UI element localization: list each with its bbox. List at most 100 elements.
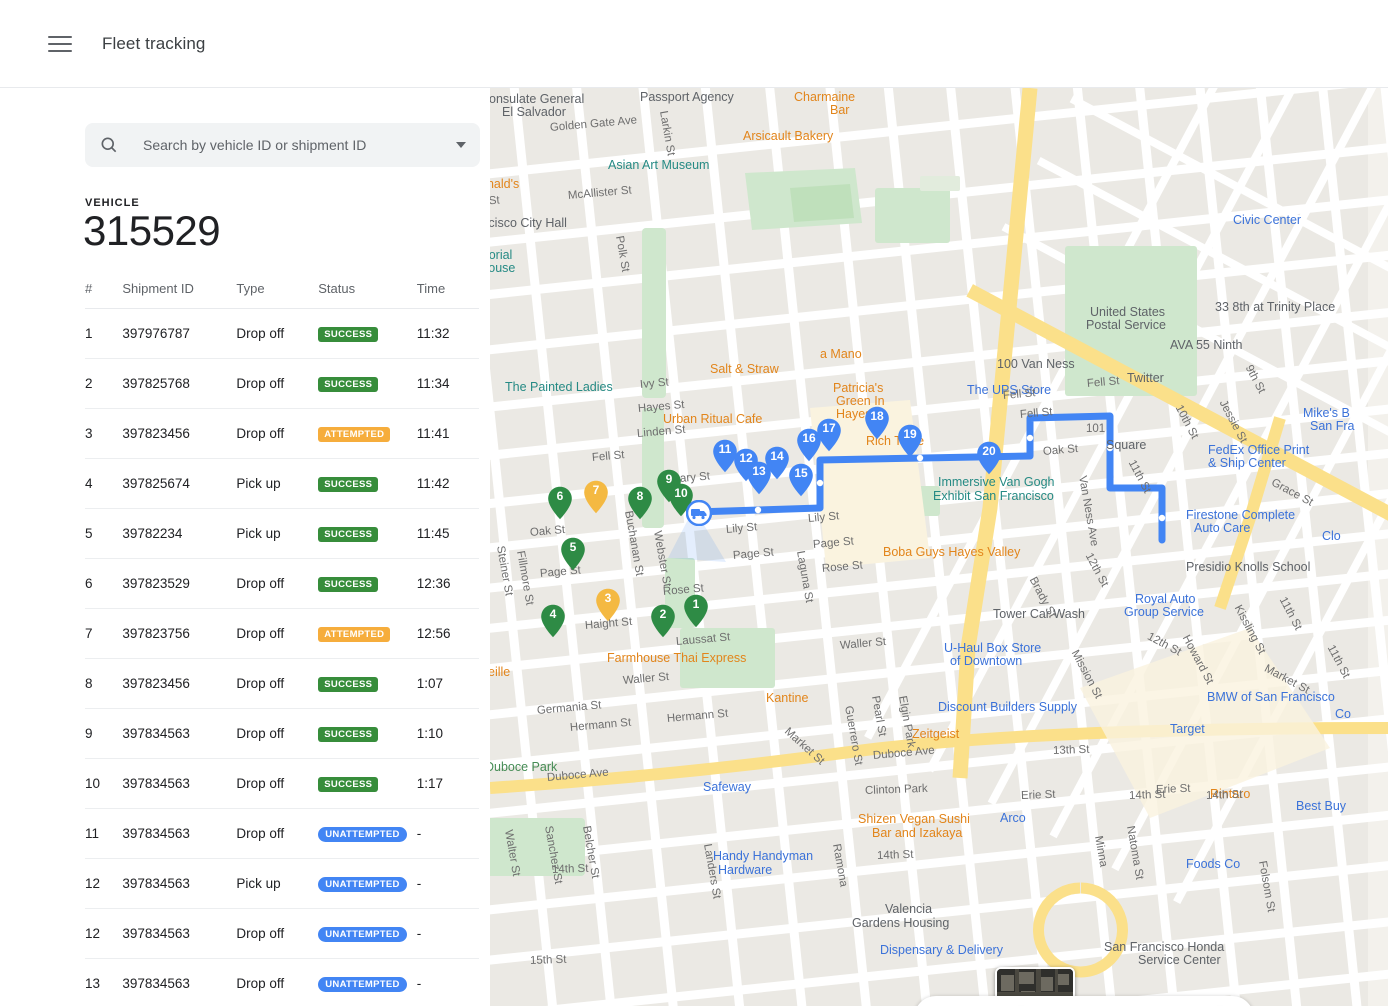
map-label: Shizen Vegan Sushi — [858, 812, 970, 826]
cell-status: UNATTEMPTED — [318, 859, 417, 909]
map-label: Immersive Van Gogh — [938, 475, 1054, 489]
map-stop-marker[interactable]: 17 — [816, 418, 842, 452]
map-label: Consulate General — [490, 92, 584, 106]
map-label: 14th St — [552, 863, 589, 876]
map-stop-marker[interactable]: 6 — [547, 486, 573, 520]
table-row[interactable]: 1397976787Drop offSUCCESS11:32 — [85, 309, 479, 359]
table-row[interactable]: 6397823529Drop offSUCCESS12:36 — [85, 559, 479, 609]
map-label: onald's — [490, 177, 519, 191]
map-label: of Downtown — [950, 654, 1022, 668]
cell-time: 11:34 — [417, 359, 479, 409]
map-label: Best Buy — [1296, 799, 1346, 813]
vehicle-truck-marker[interactable] — [686, 500, 712, 526]
hamburger-menu-icon[interactable] — [48, 32, 72, 56]
map-label: Foods Co — [1186, 857, 1240, 871]
cell-time: 1:17 — [417, 759, 479, 809]
cell-time: 1:10 — [417, 709, 479, 759]
table-row[interactable]: 12397834563Pick upUNATTEMPTED- — [85, 859, 479, 909]
map-label: BMW of San Francisco — [1207, 690, 1335, 704]
table-body: 1397976787Drop offSUCCESS11:322397825768… — [85, 309, 479, 1006]
cell-type: Pick up — [236, 509, 318, 559]
table-row[interactable]: 9397834563Drop offSUCCESS1:10 — [85, 709, 479, 759]
table-row[interactable]: 11397834563Drop offUNATTEMPTED- — [85, 809, 479, 859]
map-label: AVA 55 Ninth — [1170, 338, 1243, 352]
search-input[interactable] — [141, 136, 448, 154]
map-view[interactable]: Eddy StTurk StTurk StJeffersonSquare Par… — [490, 88, 1388, 1006]
cell-time: 12:56 — [417, 609, 479, 659]
cell-type: Drop off — [236, 709, 318, 759]
cell-type: Drop off — [236, 909, 318, 959]
status-badge: SUCCESS — [318, 527, 378, 543]
map-pin-number: 6 — [547, 489, 573, 503]
map-stop-marker[interactable]: 18 — [864, 406, 890, 440]
table-row[interactable]: 7397823756Drop offATTEMPTED12:56 — [85, 609, 479, 659]
map-label: Postal Service — [1086, 318, 1166, 332]
map-label: 14th St — [877, 849, 914, 862]
map-label: Presidio Knolls School — [1186, 560, 1310, 574]
map-label: Square — [1106, 438, 1146, 452]
table-row[interactable]: 539782234Pick upSUCCESS11:45 — [85, 509, 479, 559]
map-label: Clo — [1322, 529, 1341, 543]
page-title: Fleet tracking — [102, 34, 205, 54]
map-label: San Fra — [1310, 419, 1354, 433]
map-label: 15th St — [530, 954, 567, 967]
map-stop-marker[interactable]: 15 — [788, 463, 814, 497]
cell-index: 11 — [85, 809, 122, 859]
map-label: Erie St — [1021, 789, 1056, 802]
cell-status: UNATTEMPTED — [318, 909, 417, 959]
cell-type: Drop off — [236, 659, 318, 709]
chevron-down-icon[interactable] — [456, 142, 466, 148]
map-label: Duboce Park — [490, 760, 557, 774]
cell-time: - — [417, 959, 479, 1006]
cell-time: 11:41 — [417, 409, 479, 459]
cell-shipment-id: 397834563 — [122, 959, 236, 1006]
map-stop-marker[interactable]: 4 — [540, 604, 566, 638]
cell-type: Drop off — [236, 559, 318, 609]
cell-time: - — [417, 859, 479, 909]
map-stop-marker[interactable]: 19 — [897, 424, 923, 458]
map-label: Boba Guys Hayes Valley — [883, 545, 1020, 559]
table-row[interactable]: 4397825674Pick upSUCCESS11:42 — [85, 459, 479, 509]
table-row[interactable]: 10397834563Drop offSUCCESS1:17 — [85, 759, 479, 809]
map-stop-marker[interactable]: 20 — [976, 441, 1002, 475]
cell-time: - — [417, 809, 479, 859]
map-stop-marker[interactable]: 7 — [583, 480, 609, 514]
column-header-status: Status — [318, 281, 417, 309]
cell-index: 7 — [85, 609, 122, 659]
table-row[interactable]: 8397823456Drop offSUCCESS1:07 — [85, 659, 479, 709]
table-row[interactable]: 2397825768Drop offSUCCESS11:34 — [85, 359, 479, 409]
map-pin-number: 5 — [560, 540, 586, 554]
map-label: Arco — [1000, 811, 1026, 825]
status-badge: SUCCESS — [318, 777, 378, 793]
map-label: 14th St — [1129, 789, 1166, 802]
map-pin-number: 7 — [583, 483, 609, 497]
cell-shipment-id: 397834563 — [122, 809, 236, 859]
map-label: Auto Care — [1194, 521, 1250, 535]
map-label: Zeitgeist — [912, 727, 959, 741]
map-pin-number: 4 — [540, 607, 566, 621]
map-stop-marker[interactable]: 3 — [595, 588, 621, 622]
map-stop-marker[interactable]: 14 — [764, 446, 790, 480]
map-label: Mike's B — [1303, 406, 1350, 420]
status-badge: SUCCESS — [318, 477, 378, 493]
table-row[interactable]: 3397823456Drop offATTEMPTED11:41 — [85, 409, 479, 459]
map-label: Kantine — [766, 691, 808, 705]
map-label: El Salvador — [502, 105, 566, 119]
cell-time: 11:32 — [417, 309, 479, 359]
table-row[interactable]: 13397834563Drop offUNATTEMPTED- — [85, 959, 479, 1006]
map-label: Twitter — [1127, 371, 1164, 385]
map-pin-number: 17 — [816, 421, 842, 435]
status-badge: SUCCESS — [318, 327, 378, 343]
map-label: Target — [1170, 722, 1205, 736]
cell-type: Drop off — [236, 409, 318, 459]
map-stop-marker[interactable]: 1 — [683, 594, 709, 628]
table-row[interactable]: 12397834563Drop offUNATTEMPTED- — [85, 909, 479, 959]
map-label: eille — [490, 665, 510, 679]
map-pin-number: 1 — [683, 597, 709, 611]
map-stop-marker[interactable]: 8 — [627, 486, 653, 520]
map-label: Hardware — [718, 863, 772, 877]
search-bar[interactable] — [85, 123, 480, 167]
map-stop-marker[interactable]: 5 — [560, 537, 586, 571]
map-stop-marker[interactable]: 2 — [650, 604, 676, 638]
map-label: Safeway — [703, 780, 751, 794]
